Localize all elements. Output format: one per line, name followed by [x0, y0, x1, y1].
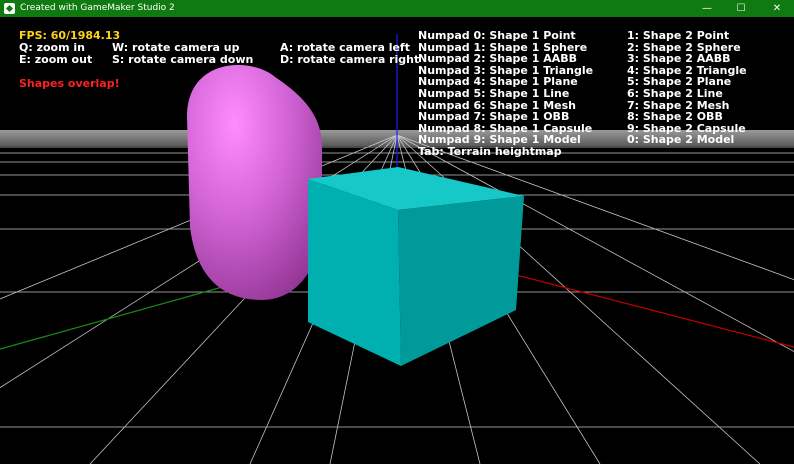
fps-counter: FPS: 60/1984.13 — [19, 29, 121, 42]
terrain-key-item: Tab: Terrain heightmap — [418, 144, 562, 158]
minimize-button[interactable]: — — [690, 0, 724, 17]
rotate-right-hint: D: rotate camera right — [280, 53, 420, 66]
shape2-key-item: 1: Shape 2 Point — [627, 29, 730, 42]
x-axis-line — [469, 262, 794, 348]
close-button[interactable]: ✕ — [760, 0, 794, 17]
box-side-face — [398, 196, 524, 366]
gamemaker-app-icon — [4, 3, 15, 14]
shape1-key-item: Numpad 7: Shape 1 OBB — [418, 110, 570, 124]
shape1-key-item: Numpad 0: Shape 1 Point — [418, 29, 576, 42]
overlap-status: Shapes overlap! — [19, 77, 120, 90]
rotate-up-hint: W: rotate camera up — [112, 41, 240, 54]
shape2-key-list: 1: Shape 2 Point 2: Shape 2 Sphere 3: Sh… — [627, 30, 747, 146]
capsule-shape — [187, 65, 322, 300]
maximize-button[interactable]: ☐ — [724, 0, 758, 17]
shape1-key-item: Numpad 5: Shape 1 Line — [418, 86, 570, 100]
shape2-key-item: 6: Shape 2 Line — [627, 86, 723, 100]
shape2-key-item: 8: Shape 2 OBB — [627, 110, 723, 124]
shape1-key-list: Numpad 0: Shape 1 Point Numpad 1: Shape … — [418, 30, 593, 158]
shape2-key-item: 0: Shape 2 Model — [627, 133, 735, 147]
rotate-left-hint: A: rotate camera left — [280, 41, 410, 54]
zoom-out-hint: E: zoom out — [19, 53, 93, 66]
rotate-down-hint: S: rotate camera down — [112, 53, 254, 66]
window-titlebar: Created with GameMaker Studio 2 — ☐ ✕ — [0, 0, 794, 17]
zoom-in-hint: Q: zoom in — [19, 41, 85, 54]
3d-viewport[interactable]: FPS: 60/1984.13 Q: zoom in E: zoom out W… — [0, 17, 794, 464]
box-front-face — [308, 179, 401, 366]
window-title: Created with GameMaker Studio 2 — [20, 3, 175, 13]
